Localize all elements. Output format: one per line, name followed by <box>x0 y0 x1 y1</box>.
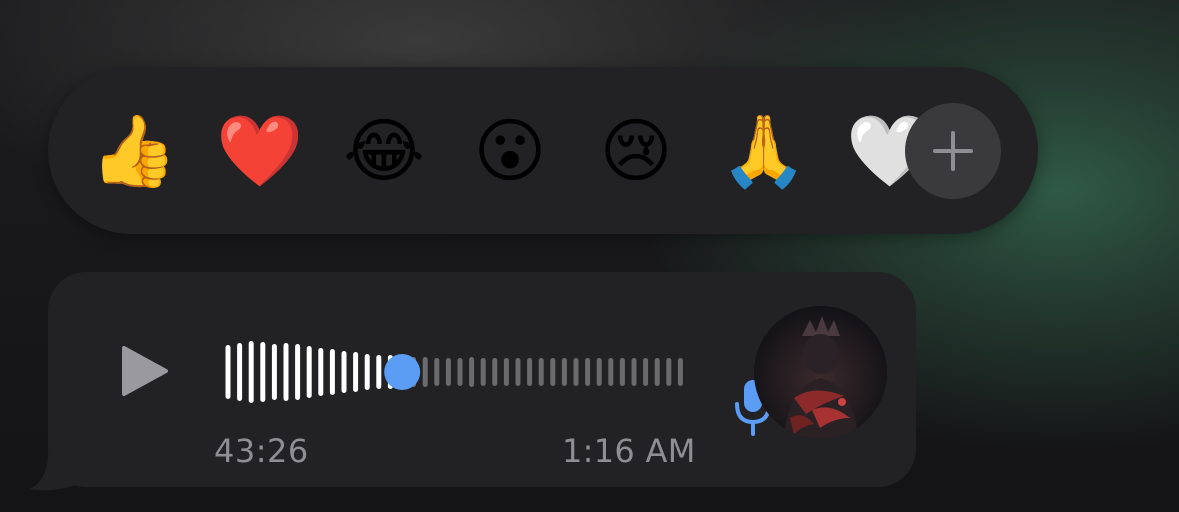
waveform-bar <box>503 358 509 386</box>
bubble-tail <box>30 455 76 491</box>
waveform-bar <box>295 344 301 400</box>
voice-message-duration: 43:26 <box>214 432 309 470</box>
waveform-bar <box>561 358 567 386</box>
waveform-bar <box>445 358 451 386</box>
waveform-bar <box>271 344 277 400</box>
waveform-bar <box>469 357 475 387</box>
waveform-bar <box>364 354 370 390</box>
waveform-bar <box>654 358 660 386</box>
play-icon <box>122 346 168 396</box>
waveform-bar <box>260 342 266 402</box>
waveform-bar <box>585 358 591 386</box>
waveform-bar <box>666 358 672 386</box>
waveform-bar <box>376 355 382 389</box>
waveform-bar <box>608 358 614 386</box>
waveform-bar <box>434 358 440 386</box>
waveform-bar <box>596 358 602 386</box>
add-reaction-button[interactable] <box>905 103 1001 199</box>
play-button[interactable] <box>114 340 174 402</box>
waveform-bar <box>353 352 359 392</box>
waveform-bar <box>527 358 533 386</box>
folded-hands-emoji[interactable]: 🙏 <box>720 109 807 193</box>
waveform-bar <box>492 358 498 386</box>
waveform-bar <box>631 358 637 386</box>
waveform-bar <box>248 341 254 403</box>
surprised-face-emoji[interactable]: 😮 <box>468 109 552 193</box>
tears-of-joy-emoji[interactable]: 😂 <box>342 109 426 193</box>
waveform-scrubber[interactable] <box>224 336 694 408</box>
sender-avatar[interactable] <box>754 306 887 439</box>
reaction-bar: 👍 ❤️ 😂 😮 😢 🙏 🤍 <box>48 67 1038 234</box>
waveform-bar <box>573 358 579 386</box>
waveform-bar <box>341 351 347 393</box>
waveform-bar <box>619 358 625 386</box>
scrubber-handle[interactable] <box>384 354 421 390</box>
waveform-bar <box>306 346 312 398</box>
plus-icon <box>933 131 973 171</box>
avatar-image <box>754 306 887 439</box>
waveform-bar <box>643 358 649 386</box>
waveform-bar <box>457 358 463 386</box>
waveform-bar <box>677 358 683 386</box>
waveform-bar <box>237 343 243 401</box>
red-heart-emoji[interactable]: ❤️ <box>216 109 303 193</box>
waveform-bar <box>550 358 556 386</box>
waveform-bar <box>329 349 335 395</box>
waveform-bar <box>225 345 231 399</box>
waveform-bar <box>318 348 324 396</box>
waveform-bar <box>422 357 428 387</box>
thumbs-up-emoji[interactable]: 👍 <box>90 109 177 193</box>
message-timestamp: 1:16 AM <box>562 432 696 470</box>
waveform-bar <box>283 343 289 401</box>
crying-face-emoji[interactable]: 😢 <box>594 109 678 193</box>
waveform-bar <box>515 358 521 386</box>
waveform-bar <box>538 358 544 386</box>
waveform-bar <box>480 358 486 386</box>
